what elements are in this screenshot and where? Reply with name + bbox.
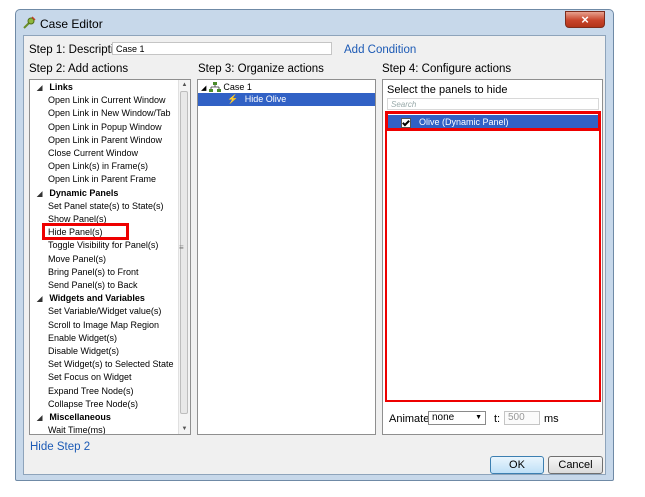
action-row-hide-olive[interactable]: ⚡ Hide Olive [198, 93, 375, 106]
collapse-triangle-icon[interactable]: ◢ [37, 415, 42, 422]
action-item[interactable]: Open Link in Popup Window [30, 121, 162, 134]
action-item[interactable]: Set Variable/Widget value(s) [30, 305, 161, 318]
action-item[interactable]: Toggle Visibility for Panel(s) [30, 239, 158, 252]
tree-node-icon [208, 82, 224, 93]
action-item[interactable]: Bring Panel(s) to Front [30, 266, 139, 279]
actions-list[interactable]: ▲ ▼ ◢ Links Open Link in Current Window Ope… [29, 79, 191, 435]
action-item[interactable]: Set Focus on Widget [30, 371, 132, 384]
animate-label: Animate [389, 413, 430, 425]
case-editor-icon [22, 16, 36, 30]
action-item[interactable]: Set Widget(s) to Selected State [30, 358, 174, 371]
step3-label: Step 3: Organize actions [198, 63, 324, 75]
action-item[interactable]: Disable Widget(s) [30, 345, 119, 358]
add-condition-link[interactable]: Add Condition [344, 44, 416, 56]
action-item[interactable]: Open Link(s) in Frame(s) [30, 160, 148, 173]
action-item[interactable]: Open Link in Parent Window [30, 134, 162, 147]
action-item[interactable]: Close Current Window [30, 147, 138, 160]
duration-input[interactable]: 500 [504, 411, 540, 425]
action-item[interactable]: Send Panel(s) to Back [30, 279, 138, 292]
action-item[interactable]: Set Panel state(s) to State(s) [30, 200, 164, 213]
ms-label: ms [544, 413, 559, 425]
action-group-label: Links [49, 82, 73, 92]
case-name: Case 1 [223, 82, 252, 92]
window-title: Case Editor [40, 17, 103, 31]
action-group[interactable]: ◢ Links [30, 81, 73, 94]
action-item[interactable]: Enable Widget(s) [30, 332, 117, 345]
action-item[interactable]: Open Link in New Window/Tab [30, 107, 171, 120]
case-editor-window: Case Editor × Step 1: Description Case 1… [15, 9, 614, 481]
title-bar[interactable]: Case Editor × [16, 10, 613, 36]
action-item[interactable]: Collapse Tree Node(s) [30, 398, 138, 411]
action-item[interactable]: Open Link in Parent Frame [30, 173, 156, 186]
action-item[interactable]: Wait Time(ms) [30, 424, 106, 434]
hide-step2-link[interactable]: Hide Step 2 [30, 441, 90, 453]
search-input[interactable]: Search [387, 98, 599, 110]
close-button[interactable]: × [565, 11, 605, 28]
scroll-down-icon[interactable]: ▼ [179, 424, 190, 434]
step2-label: Step 2: Add actions [29, 63, 129, 75]
splitter-grip-icon[interactable]: ≡ [179, 243, 184, 252]
description-input[interactable]: Case 1 [112, 42, 332, 55]
actions-scrollbar[interactable]: ▲ ▼ [178, 80, 190, 434]
step4-label: Step 4: Configure actions [382, 63, 512, 75]
action-item[interactable]: Expand Tree Node(s) [30, 385, 134, 398]
lightning-icon: ⚡ [227, 94, 239, 104]
expand-triangle-icon[interactable]: ◢ [201, 85, 206, 92]
action-group-label: Dynamic Panels [49, 187, 119, 198]
scroll-up-icon[interactable]: ▲ [179, 80, 190, 90]
ok-button[interactable]: OK [490, 456, 544, 474]
action-group-label: Widgets and Variables [49, 293, 145, 304]
cancel-button[interactable]: Cancel [548, 456, 603, 474]
action-group-label: Miscellaneous [49, 412, 111, 422]
hide-panel-highlight [42, 223, 129, 240]
action-group[interactable]: ◢ Miscellaneous [30, 411, 111, 424]
action-group[interactable]: ◢ Dynamic Panels [30, 187, 118, 200]
configure-actions-panel: Select the panels to hide Search Olive (… [382, 79, 603, 435]
action-item[interactable]: Move Panel(s) [30, 253, 106, 266]
action-item[interactable]: Open Link in Current Window [30, 94, 166, 107]
collapse-triangle-icon[interactable]: ◢ [37, 85, 42, 92]
panels-heading: Select the panels to hide [387, 84, 508, 96]
organize-actions-tree[interactable]: ◢ Case 1 ⚡ Hide Olive [197, 79, 376, 435]
action-label: Hide Olive [244, 94, 287, 104]
scrollbar-thumb[interactable] [180, 91, 188, 414]
action-item[interactable]: Scroll to Image Map Region [30, 319, 159, 332]
dialog-body: Step 1: Description Case 1 Add Condition… [23, 35, 606, 475]
action-group[interactable]: ◢ Widgets and Variables [30, 292, 145, 305]
chevron-down-icon: ▼ [475, 414, 482, 421]
panel-list-highlight [385, 111, 601, 402]
collapse-triangle-icon[interactable]: ◢ [37, 296, 42, 303]
t-label: t: [494, 413, 501, 425]
animate-value: none [432, 412, 455, 423]
animate-select[interactable]: none ▼ [428, 411, 486, 425]
collapse-triangle-icon[interactable]: ◢ [37, 191, 42, 198]
